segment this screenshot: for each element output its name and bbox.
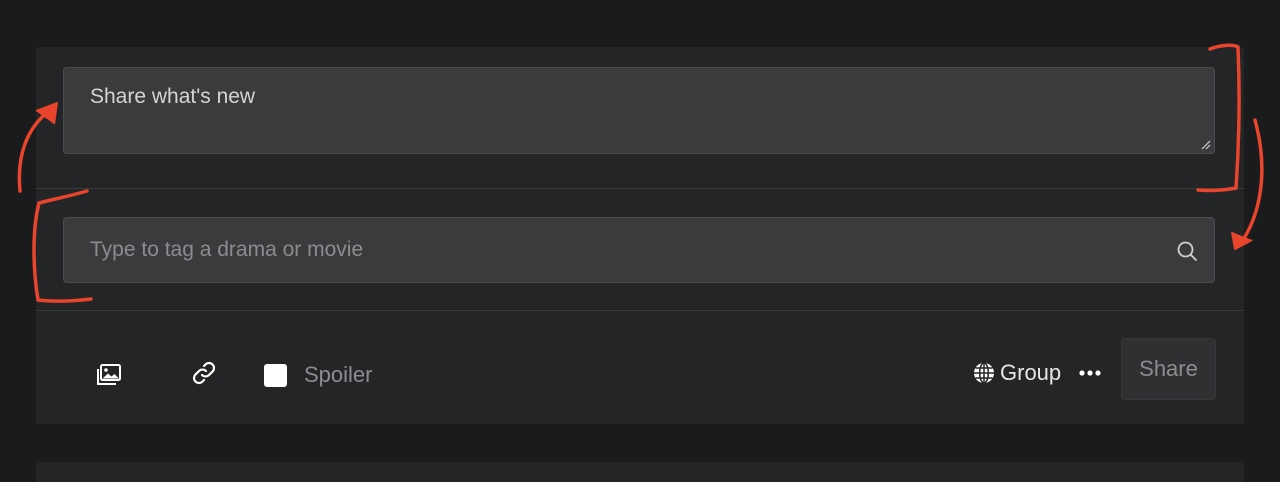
tag-search-input[interactable]: Type to tag a drama or movie — [63, 217, 1215, 283]
globe-icon — [974, 362, 994, 384]
tag-search-placeholder: Type to tag a drama or movie — [90, 238, 364, 261]
spoiler-toggle[interactable]: Spoiler — [264, 362, 372, 388]
privacy-label: Group — [1000, 360, 1062, 385]
resize-grip-icon[interactable] — [1201, 140, 1211, 150]
add-link-button[interactable] — [184, 353, 224, 393]
compose-section: Share what's new — [36, 47, 1244, 189]
search-icon — [1177, 241, 1197, 261]
tag-section: Type to tag a drama or movie — [36, 189, 1244, 311]
post-textarea-value: Share what's new — [90, 85, 256, 108]
spoiler-label: Spoiler — [304, 362, 373, 387]
link-icon — [192, 361, 216, 385]
post-textarea[interactable]: Share what's new — [63, 67, 1215, 154]
composer-toolbar: Spoiler Group Share — [36, 311, 1244, 424]
annotation-arrow-down-stroke — [1241, 118, 1264, 242]
more-options-button[interactable] — [1076, 359, 1104, 387]
post-composer-card: Share what's new Type to tag a drama or … — [36, 47, 1244, 424]
privacy-selector[interactable]: Group — [972, 356, 1061, 390]
share-button[interactable]: Share — [1121, 338, 1216, 400]
next-card — [36, 462, 1244, 482]
more-icon — [1079, 370, 1101, 376]
add-image-button[interactable] — [89, 355, 129, 395]
image-icon — [97, 364, 121, 385]
spoiler-checkbox[interactable] — [264, 363, 287, 387]
